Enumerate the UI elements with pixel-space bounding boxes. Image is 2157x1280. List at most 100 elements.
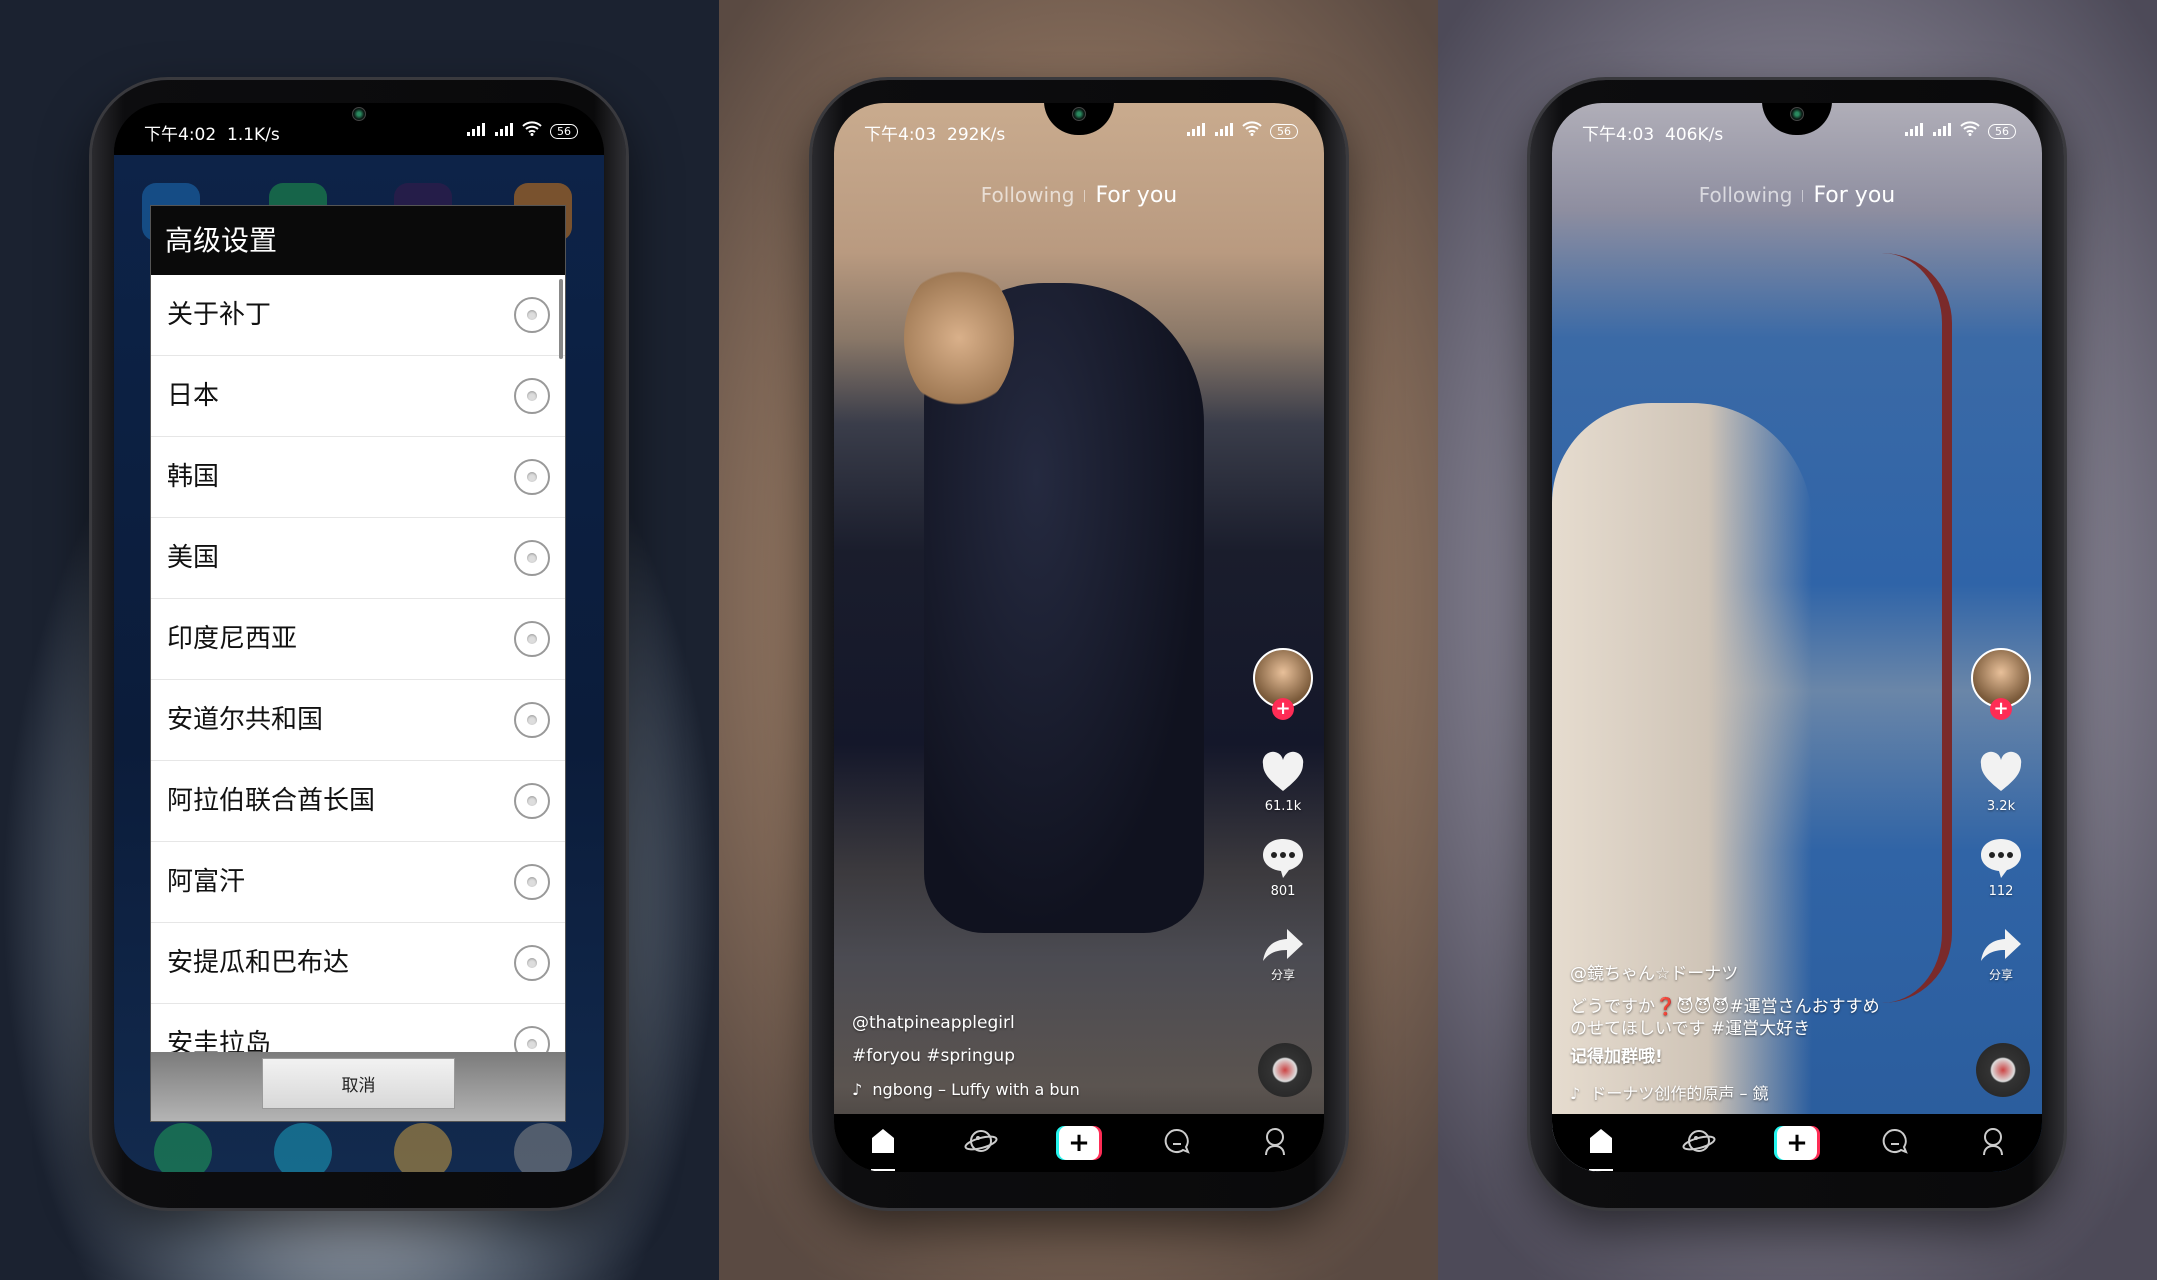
dialog-footer: 取消 [151, 1052, 565, 1121]
item-label: 印度尼西亚 [167, 624, 298, 654]
item-label: 关于补丁 [167, 300, 272, 330]
nav-create[interactable]: + [1059, 1125, 1099, 1161]
list-item[interactable]: 安圭拉岛 [151, 1004, 565, 1052]
radio-button[interactable] [514, 945, 550, 981]
create-icon[interactable]: + [1777, 1126, 1817, 1160]
cancel-button[interactable]: 取消 [262, 1058, 455, 1109]
list-item[interactable]: 阿拉伯联合酋长国 [151, 761, 565, 842]
radio-button[interactable] [514, 702, 550, 738]
phone-frame: 下午4:03 292K/s 56 Following For you +61.1k 801… [812, 80, 1346, 1208]
status-time: 下午4:02 1.1K/s [144, 120, 280, 145]
battery-icon: 56 [1270, 123, 1298, 139]
network-speed: 292K/s [947, 125, 1006, 145]
heart-icon[interactable] [1261, 751, 1305, 795]
create-icon[interactable]: + [1059, 1126, 1099, 1160]
panel-tiktok-2: 下午4:03 406K/s 56 Following For you +3.2k 112 分… [1438, 0, 2157, 1280]
list-item[interactable]: 韩国 [151, 437, 565, 518]
tab-following[interactable]: Following [1689, 183, 1803, 207]
share-icon[interactable] [1979, 923, 2023, 967]
music-note-icon: ♪ [1570, 1084, 1591, 1103]
list-item[interactable]: 美国 [151, 518, 565, 599]
nav-inbox[interactable] [1157, 1125, 1197, 1161]
front-camera [1072, 107, 1086, 121]
profile-icon [1980, 1127, 2006, 1159]
radio-button[interactable] [514, 1026, 550, 1052]
network-speed: 1.1K/s [227, 125, 280, 145]
nav-discover[interactable] [961, 1125, 1001, 1161]
comment-icon[interactable] [1261, 836, 1305, 880]
signal-icon [1214, 121, 1234, 141]
nav-home[interactable] [1581, 1125, 1621, 1171]
share-icon[interactable] [1261, 923, 1305, 967]
home-icon [869, 1127, 897, 1159]
music-note-icon: ♪ [852, 1080, 873, 1099]
item-label: 美国 [167, 543, 220, 573]
list-item[interactable]: 安提瓜和巴布达 [151, 923, 565, 1004]
radio-button[interactable] [514, 297, 550, 333]
music-credit[interactable]: ♪ ngbong – Luffy with a bun [852, 1080, 1080, 1099]
follow-plus-icon[interactable]: + [1272, 698, 1294, 720]
music-title: ngbong – Luffy with a bun [872, 1080, 1080, 1099]
creator-username[interactable]: @thatpineapplegirl [852, 1013, 1015, 1033]
inbox-icon [1163, 1127, 1191, 1159]
radio-button[interactable] [514, 378, 550, 414]
active-indicator [871, 1169, 895, 1171]
battery-icon: 56 [1988, 123, 2016, 139]
home-icon [1587, 1127, 1615, 1159]
scrollbar[interactable] [559, 279, 563, 359]
radio-button[interactable] [514, 783, 550, 819]
creator-username[interactable]: @鏡ちゃん☆ドーナツ [1570, 959, 1738, 984]
tab-for-you[interactable]: For you [1085, 183, 1187, 208]
video-caption: 记得加群哦! [1570, 1047, 1663, 1067]
nav-profile[interactable] [1973, 1125, 2013, 1161]
clock: 下午4:03 [864, 125, 937, 145]
dock-icon[interactable] [274, 1123, 332, 1172]
radio-button[interactable] [514, 540, 550, 576]
music-disc[interactable] [1976, 1043, 2030, 1097]
radio-button[interactable] [514, 864, 550, 900]
follow-plus-icon[interactable]: + [1990, 698, 2012, 720]
comment-icon[interactable] [1979, 836, 2023, 880]
item-label: 日本 [167, 381, 220, 411]
nav-profile[interactable] [1255, 1125, 1295, 1161]
nav-create[interactable]: + [1777, 1125, 1817, 1161]
music-disc[interactable] [1258, 1043, 1312, 1097]
dock-icon[interactable] [154, 1123, 212, 1172]
radio-button[interactable] [514, 459, 550, 495]
bottom-nav: + [1552, 1114, 2042, 1172]
like-count: 61.1k [1264, 799, 1302, 814]
dialog-title: 高级设置 [151, 206, 565, 275]
nav-inbox[interactable] [1875, 1125, 1915, 1161]
list-item[interactable]: 印度尼西亚 [151, 599, 565, 680]
status-time: 下午4:03 406K/s [1582, 120, 1723, 145]
radio-button[interactable] [514, 621, 550, 657]
panel-settings: 下午4:02 1.1K/s 56 高级设置关于补丁日本韩国美国印度尼西亚安道尔共和国… [0, 0, 719, 1280]
front-camera [1790, 107, 1804, 121]
dock-icon[interactable] [514, 1123, 572, 1172]
like-count: 3.2k [1986, 799, 2016, 814]
wifi-icon [1242, 121, 1262, 141]
phone-frame: 下午4:03 406K/s 56 Following For you +3.2k 112 分… [1530, 80, 2064, 1208]
list-item[interactable]: 阿富汗 [151, 842, 565, 923]
music-credit[interactable]: ♪ ドーナツ创作的原声 – 鏡 [1570, 1080, 1769, 1104]
status-time: 下午4:03 292K/s [864, 120, 1005, 145]
nav-home[interactable] [863, 1125, 903, 1171]
inbox-icon [1881, 1127, 1909, 1159]
list-item[interactable]: 日本 [151, 356, 565, 437]
list-item[interactable]: 关于补丁 [151, 275, 565, 356]
phone-screen: 下午4:03 292K/s 56 Following For you +61.1k 801… [834, 103, 1324, 1172]
battery-icon: 56 [550, 123, 578, 139]
clock: 下午4:02 [144, 125, 217, 145]
item-label: 阿拉伯联合酋长国 [167, 786, 376, 816]
action-sidebar: +3.2k 112 分享 [1960, 103, 2042, 1103]
tab-following[interactable]: Following [971, 183, 1085, 207]
heart-icon[interactable] [1979, 751, 2023, 795]
dock-icon[interactable] [394, 1123, 452, 1172]
signal-icon [466, 121, 486, 141]
region-list[interactable]: 关于补丁日本韩国美国印度尼西亚安道尔共和国阿拉伯联合酋长国阿富汗 安提瓜和巴布达安… [151, 275, 565, 1052]
list-item[interactable]: 安道尔共和国 [151, 680, 565, 761]
tab-for-you[interactable]: For you [1803, 183, 1905, 208]
status-icons: 56 [466, 121, 578, 141]
nav-discover[interactable] [1679, 1125, 1719, 1161]
share-label: 分享 [1988, 968, 2013, 982]
